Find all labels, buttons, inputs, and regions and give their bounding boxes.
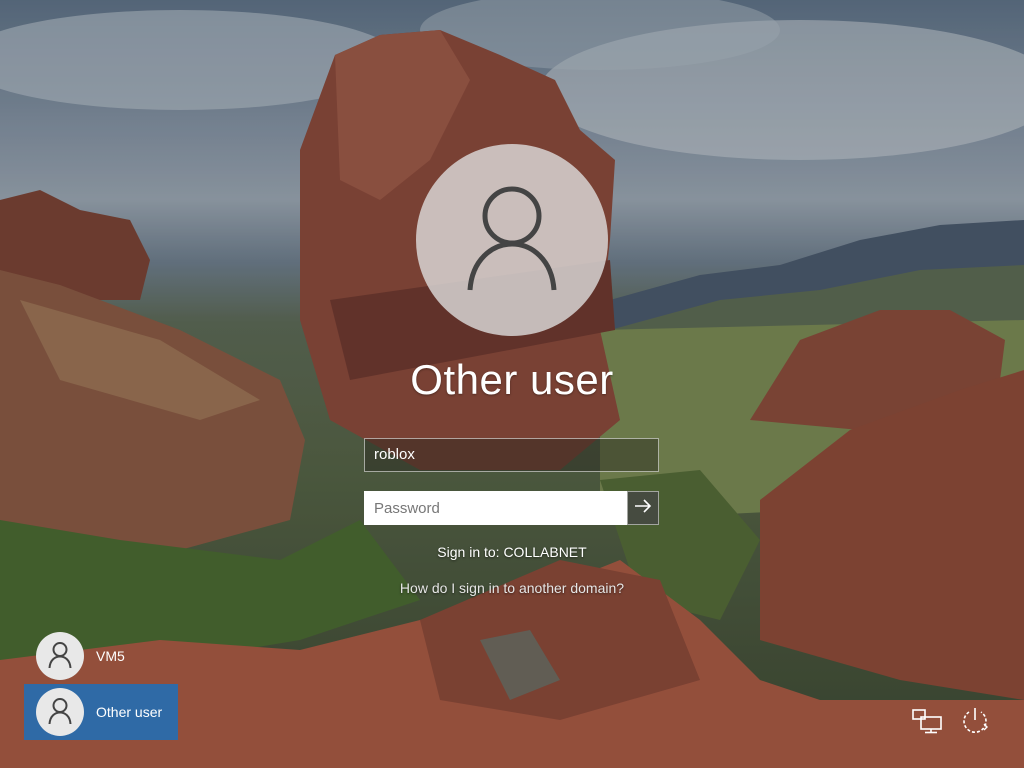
password-input[interactable] xyxy=(364,491,627,525)
user-tile-avatar xyxy=(36,688,84,736)
network-button[interactable] xyxy=(910,706,944,740)
user-tile-avatar xyxy=(36,632,84,680)
user-silhouette-icon xyxy=(48,641,72,672)
account-name-heading: Other user xyxy=(410,356,614,403)
sign-in-domain-text: Sign in to: COLLABNET xyxy=(437,544,587,560)
arrow-right-icon xyxy=(634,499,652,517)
submit-button[interactable] xyxy=(627,491,659,525)
user-silhouette-icon xyxy=(48,697,72,728)
username-field[interactable]: roblox xyxy=(364,438,659,472)
password-row xyxy=(364,491,659,525)
other-domain-help-link[interactable]: How do I sign in to another domain? xyxy=(0,580,1024,596)
user-tile-label: Other user xyxy=(96,704,163,720)
power-icon xyxy=(960,706,990,740)
network-icon xyxy=(911,708,943,738)
user-silhouette-icon xyxy=(464,182,560,298)
power-button[interactable] xyxy=(958,706,992,740)
user-tile-vm5[interactable]: VM5 xyxy=(24,628,178,684)
user-avatar xyxy=(416,144,608,336)
user-tile-other-user[interactable]: Other user xyxy=(24,684,178,740)
user-tile-label: VM5 xyxy=(96,648,125,664)
